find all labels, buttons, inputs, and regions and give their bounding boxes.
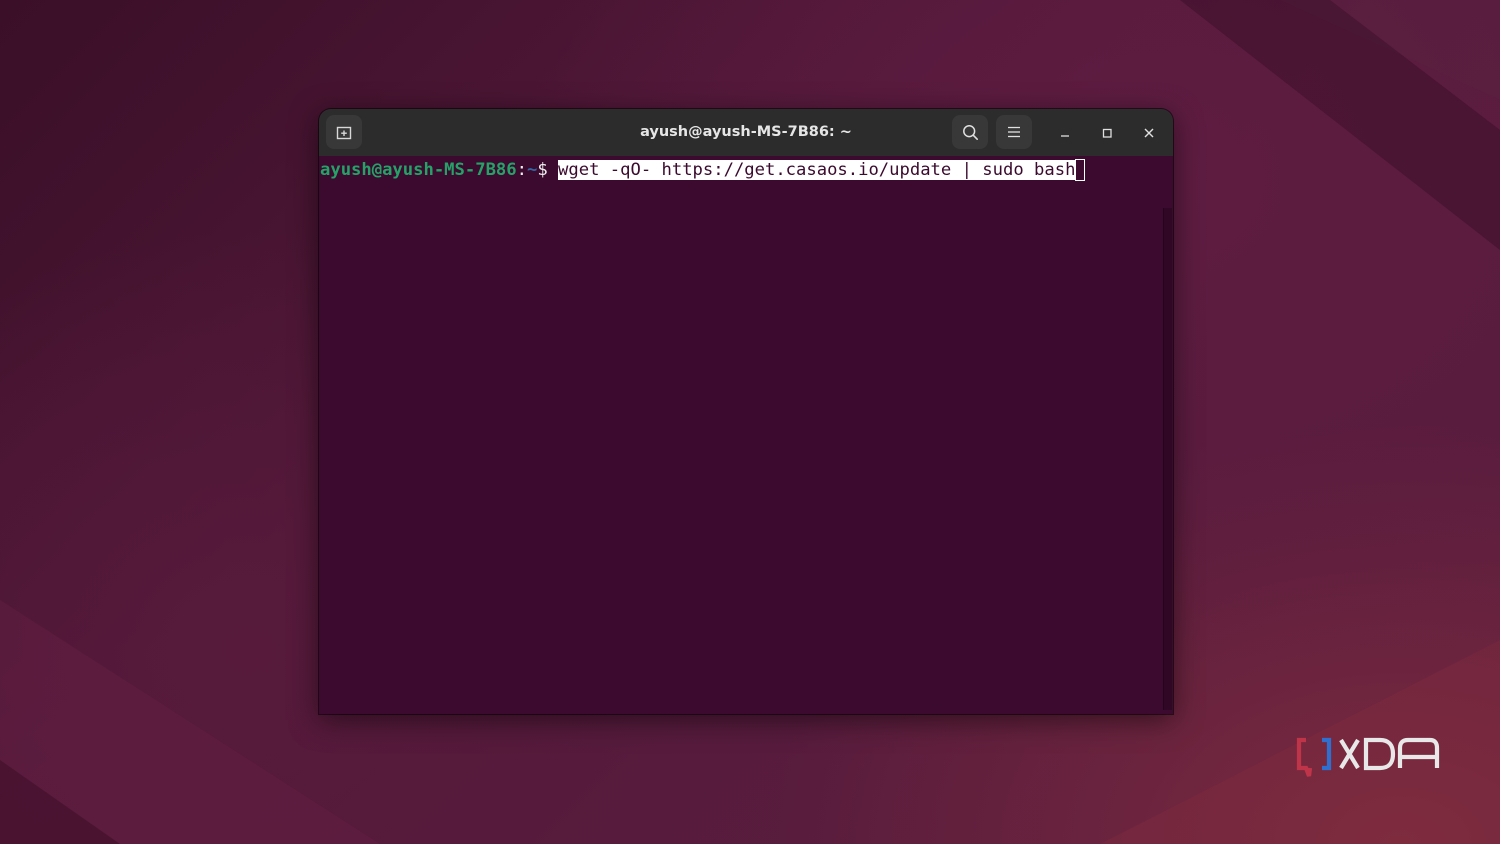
menu-button[interactable] bbox=[996, 115, 1032, 149]
maximize-icon bbox=[1102, 128, 1112, 138]
terminal-output[interactable]: ayush@ayush-MS-7B86:~$ wget -qO- https:/… bbox=[319, 156, 1173, 714]
prompt-symbol: $ bbox=[537, 160, 559, 180]
minimize-icon bbox=[1061, 135, 1069, 137]
new-tab-icon bbox=[336, 126, 352, 140]
hamburger-menu-icon bbox=[1008, 126, 1020, 138]
prompt-user-host: ayush@ayush-MS-7B86 bbox=[320, 160, 517, 180]
text-cursor bbox=[1075, 159, 1086, 181]
typed-command[interactable]: wget -qO- https://get.casaos.io/update |… bbox=[558, 160, 1076, 180]
search-button[interactable] bbox=[952, 115, 988, 149]
close-button[interactable] bbox=[1136, 120, 1162, 146]
scrollbar[interactable] bbox=[1163, 208, 1172, 710]
maximize-button[interactable] bbox=[1094, 120, 1120, 146]
close-icon bbox=[1144, 128, 1154, 138]
terminal-window: ayush@ayush-MS-7B86: ~ ayush@ayush-MS-7B… bbox=[319, 109, 1173, 714]
prompt-path: ~ bbox=[526, 160, 538, 180]
search-icon bbox=[962, 124, 978, 140]
xda-watermark bbox=[1296, 736, 1446, 782]
xda-logo-icon bbox=[1296, 737, 1440, 777]
window-title: ayush@ayush-MS-7B86: ~ bbox=[640, 124, 852, 140]
minimize-button[interactable] bbox=[1052, 120, 1078, 146]
command-line: ayush@ayush-MS-7B86:~$ wget -qO- https:/… bbox=[320, 159, 1086, 181]
new-tab-button[interactable] bbox=[326, 115, 362, 149]
prompt-colon: : bbox=[516, 160, 527, 180]
title-bar[interactable]: ayush@ayush-MS-7B86: ~ bbox=[319, 109, 1173, 156]
